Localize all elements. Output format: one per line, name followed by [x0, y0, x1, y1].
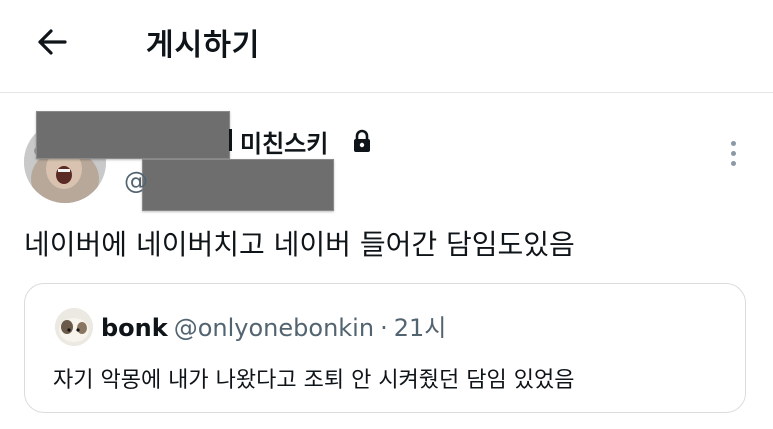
- post-text: 네이버에 네이버치고 네이버 들어간 담임도있음: [24, 228, 575, 261]
- back-button[interactable]: [30, 22, 74, 62]
- redacted-handle-block: [142, 159, 334, 211]
- redacted-name-block: [36, 111, 230, 159]
- quote-author-name[interactable]: bonk: [101, 314, 168, 342]
- display-name[interactable]: 미친스키: [240, 124, 328, 159]
- handle-prefix: @: [124, 167, 148, 195]
- quote-avatar-image: [55, 308, 93, 346]
- top-bar: 게시하기: [0, 0, 773, 93]
- more-vertical-icon: [730, 140, 736, 146]
- quote-text: 자기 악몽에 내가 나왔다고 조퇴 안 시켜줬던 담임 있었음: [53, 368, 575, 393]
- quoted-post-card[interactable]: bonk @onlyonebonkin · 21시 자기 악몽에 내가 나왔다고 조퇴…: [24, 283, 746, 413]
- quote-timestamp[interactable]: 21시: [394, 314, 447, 342]
- more-vertical-icon-dot: [730, 150, 736, 156]
- name-separator: [229, 129, 232, 151]
- lock-icon: [354, 129, 370, 152]
- post: 미친스키 @ 네이버에 네이버치고 네이버 들어간 담임도있음 bonk @onl…: [0, 93, 773, 429]
- quote-avatar[interactable]: [55, 308, 93, 346]
- page-title: 게시하기: [146, 28, 261, 63]
- more-vertical-icon-dot: [730, 160, 736, 166]
- arrow-left-icon: [38, 29, 67, 55]
- quote-meta: bonk @onlyonebonkin · 21시: [101, 308, 446, 343]
- quote-author-handle[interactable]: @onlyonebonkin: [174, 314, 374, 342]
- meta-separator: ·: [380, 314, 388, 342]
- more-options-button[interactable]: [720, 133, 746, 173]
